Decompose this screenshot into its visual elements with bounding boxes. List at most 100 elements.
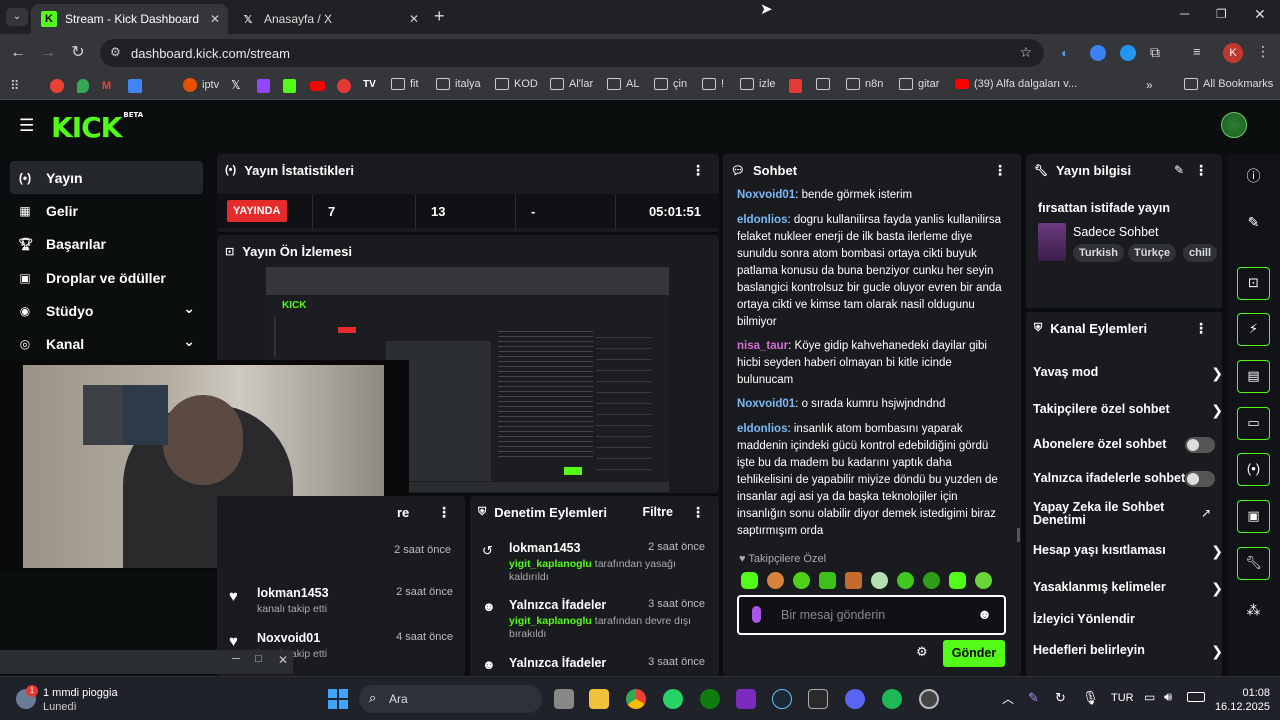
extensions-puzzle-icon[interactable]: ⧉ <box>1150 44 1160 61</box>
network-icon[interactable]: ▭ <box>1144 690 1155 704</box>
task-view-icon[interactable] <box>554 689 574 709</box>
bookmark-fit[interactable]: fit <box>391 78 419 90</box>
channel-action-goals[interactable]: Hedefleri belirleyin ❯ <box>1033 643 1223 659</box>
category-thumbnail[interactable] <box>1038 223 1066 261</box>
tab-x-home[interactable]: 𝕏 Anasayfa / X ✕ <box>230 4 427 34</box>
restore-window-icon[interactable]: ❐ <box>1216 7 1227 21</box>
emote-icon[interactable] <box>949 572 966 589</box>
gmail-icon[interactable]: M <box>102 80 111 92</box>
apps-grid-icon[interactable]: ⠿ <box>10 78 20 94</box>
bookmark-izle[interactable]: izle <box>740 78 776 90</box>
close-window-icon[interactable]: ✕ <box>278 653 288 667</box>
bookmark-iptv[interactable]: iptv <box>183 78 219 92</box>
battery-icon[interactable] <box>1187 692 1205 702</box>
address-bar[interactable]: ⚙ dashboard.kick.com/stream ☆ <box>100 39 1044 67</box>
moderation-widget-icon[interactable]: ▣ <box>1237 500 1270 533</box>
channel-action-follower-chat[interactable]: Takipçilere özel sohbet ❯ <box>1033 402 1223 418</box>
reload-icon[interactable]: ↻ <box>68 43 88 63</box>
chat-widget-icon[interactable]: ▭ <box>1237 407 1270 440</box>
tag-pill[interactable]: Türkçe <box>1128 244 1177 262</box>
category-name[interactable]: Sadece Sohbet <box>1073 225 1159 239</box>
chat-settings-icon[interactable]: ⚙ <box>916 644 928 660</box>
kick-logo[interactable]: KICK BETA <box>51 111 143 144</box>
all-bookmarks[interactable]: All Bookmarks <box>1184 78 1273 90</box>
whatsapp-icon[interactable] <box>663 689 683 709</box>
kebab-menu-icon[interactable]: ⋮ <box>437 504 451 521</box>
user-avatar[interactable] <box>1221 112 1247 138</box>
emote-chat-toggle[interactable] <box>1185 471 1215 487</box>
sidebar-item-droplar[interactable]: ▣ Droplar ve ödüller <box>10 261 203 294</box>
bookmark-youtube-video[interactable]: (39) Alfa dalgaları v... <box>955 78 1077 90</box>
x-bookmark-icon[interactable]: 𝕏 <box>231 78 241 92</box>
emote-icon[interactable] <box>871 572 888 589</box>
emote-icon[interactable] <box>819 572 836 589</box>
bookmark-folder[interactable] <box>816 78 830 90</box>
kebab-menu-icon[interactable]: ⋮ <box>691 504 705 521</box>
channel-action-banned-words[interactable]: Yasaklanmış kelimeler ❯ <box>1033 580 1223 596</box>
bookmark-icon[interactable] <box>50 79 64 93</box>
info-icon[interactable]: ⓘ <box>1237 160 1270 193</box>
bookmark-star-icon[interactable]: ☆ <box>1019 44 1032 61</box>
emote-icon[interactable] <box>975 572 992 589</box>
chrome-icon[interactable] <box>626 689 646 709</box>
close-icon[interactable]: ✕ <box>409 12 419 26</box>
start-button-icon[interactable] <box>328 689 348 709</box>
channel-action-ai-moderation[interactable]: Yapay Zeka ile Sohbet Denetimi <box>1033 501 1183 527</box>
microphone-tray-icon[interactable]: 🎙︎ <box>1082 690 1099 706</box>
minimize-window-icon[interactable]: ─ <box>232 653 240 665</box>
bookmark-icon[interactable] <box>337 79 351 93</box>
channel-action-slow-mode[interactable]: Yavaş mod ❯ <box>1033 365 1223 381</box>
filter-button[interactable]: Filtre <box>642 505 673 519</box>
tab-kick-dashboard[interactable]: K Stream - Kick Dashboard ✕ <box>31 4 228 34</box>
kick-bookmark-icon[interactable] <box>283 79 296 93</box>
new-tab-icon[interactable]: + <box>434 6 445 27</box>
xbox-icon[interactable] <box>700 689 720 709</box>
translate-icon[interactable] <box>128 79 142 93</box>
bookmark-kod[interactable]: KOD <box>495 78 538 90</box>
spotify-icon[interactable] <box>882 689 902 709</box>
lightning-icon[interactable]: ⚡︎ <box>1237 313 1270 346</box>
epic-games-icon[interactable] <box>808 689 828 709</box>
sidebar-item-yayin[interactable]: (•) Yayın <box>10 161 203 194</box>
emote-icon[interactable] <box>741 572 758 589</box>
notes-icon[interactable]: ▤ <box>1237 360 1270 393</box>
language-indicator[interactable]: TUR <box>1111 692 1134 704</box>
chat-input[interactable]: Bir mesaj gönderin ☻ <box>737 595 1006 635</box>
tag-pill[interactable]: chill <box>1183 244 1218 262</box>
sidebar-item-basarilar[interactable]: 🏆︎ Başarılar <box>10 227 203 260</box>
chat-scrollbar[interactable] <box>1017 528 1020 542</box>
extension-icon[interactable]: ◖ <box>1060 46 1074 60</box>
extension-icon[interactable] <box>1120 45 1136 61</box>
emote-icon[interactable] <box>767 572 784 589</box>
hamburger-menu-icon[interactable]: ☰ <box>19 116 34 136</box>
tray-icon[interactable]: ↻ <box>1055 690 1066 706</box>
profile-avatar[interactable]: K <box>1223 43 1243 63</box>
channel-action-account-age[interactable]: Hesap yaşı kısıtlaması ❯ <box>1033 543 1223 559</box>
emote-icon[interactable] <box>897 572 914 589</box>
emoji-picker-icon[interactable]: ☻ <box>977 606 992 622</box>
minimize-window-icon[interactable]: ─ <box>1180 6 1189 21</box>
sidebar-item-studyo[interactable]: ◉ Stüdyo ⌄ <box>10 294 203 327</box>
site-settings-icon[interactable]: ⚙ <box>110 45 121 59</box>
preview-widget-icon[interactable]: ⊡ <box>1237 267 1270 300</box>
app-icon[interactable] <box>736 689 756 709</box>
kebab-menu-icon[interactable]: ⋮ <box>1194 162 1208 179</box>
emote-icon[interactable] <box>923 572 940 589</box>
forward-icon[interactable]: → <box>38 43 58 63</box>
discord-icon[interactable] <box>845 689 865 709</box>
microphone-icon[interactable] <box>752 606 761 623</box>
emote-icon[interactable] <box>793 572 810 589</box>
browser-menu-icon[interactable]: ⋮ <box>1256 43 1270 60</box>
tag-pill[interactable]: Turkish <box>1073 244 1124 262</box>
channel-action-raid[interactable]: İzleyici Yönlendir <box>1033 612 1223 626</box>
emote-icon[interactable] <box>845 572 862 589</box>
kebab-menu-icon[interactable]: ⋮ <box>691 162 705 179</box>
bookmark-cin[interactable]: çin <box>654 78 687 90</box>
maps-icon[interactable] <box>77 79 89 93</box>
sidebar-item-kanal[interactable]: ◎ Kanal ⌄ <box>10 327 203 360</box>
bookmark-gitar[interactable]: gitar <box>899 78 939 90</box>
bookmark-exclaim[interactable]: ! <box>702 78 724 90</box>
tray-icon[interactable]: ✎ <box>1028 690 1039 706</box>
edit-pencil-icon[interactable]: ✎ <box>1174 163 1184 177</box>
more-bookmarks-icon[interactable]: » <box>1146 78 1153 92</box>
